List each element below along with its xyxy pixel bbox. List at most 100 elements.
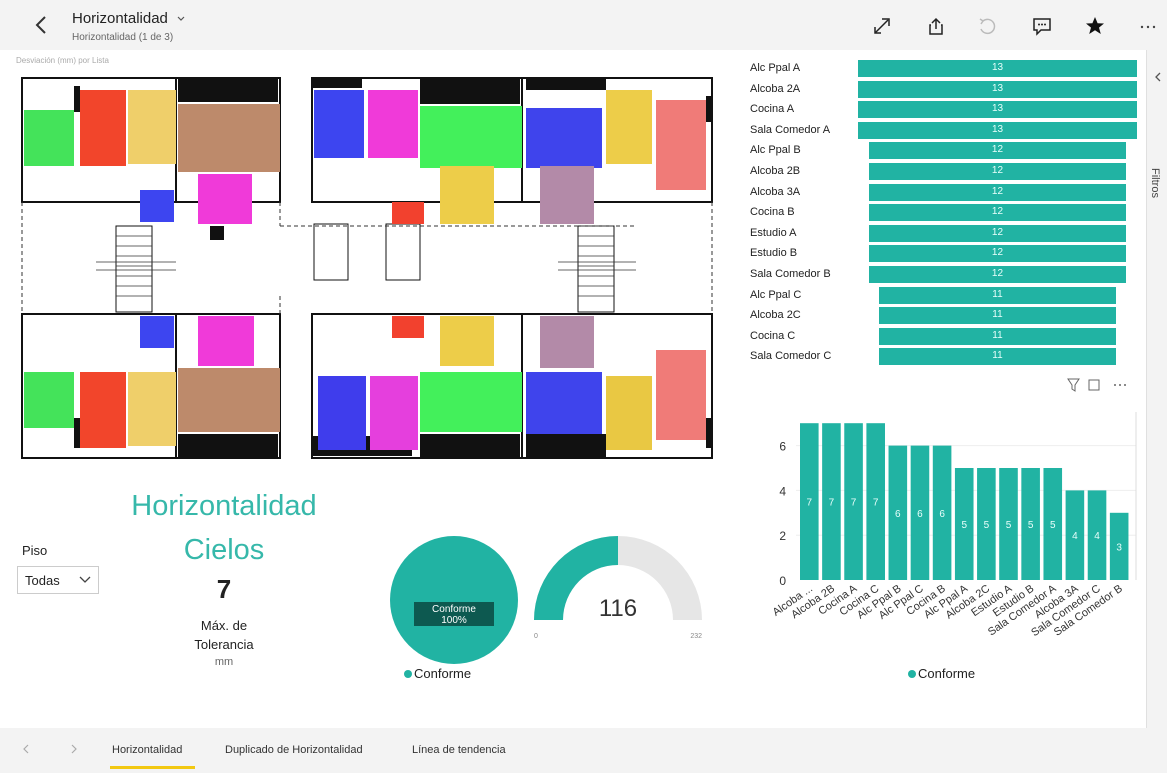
hbar-bar[interactable]: 13 — [858, 121, 1137, 139]
hbar-value-label: 12 — [991, 226, 1004, 238]
report-title[interactable]: Horizontalidad — [72, 10, 186, 27]
page-subtitle: Horizontalidad (1 de 3) — [72, 32, 174, 43]
room — [24, 372, 74, 428]
hbar-row[interactable]: Estudio A 12 — [750, 224, 1150, 243]
pie-chart[interactable]: Conforme 100% — [388, 534, 520, 666]
hbar-row[interactable]: Alc Ppal B 12 — [750, 142, 1150, 160]
more-icon[interactable] — [1114, 384, 1126, 386]
hbar-bar[interactable]: 11 — [879, 348, 1116, 366]
hbar-row[interactable]: Alcoba 2C 11 — [750, 307, 1150, 325]
chevron-right-icon[interactable] — [68, 742, 80, 756]
comment-icon[interactable] — [1030, 14, 1054, 38]
y-tick-label: 4 — [779, 484, 786, 498]
share-icon[interactable] — [924, 14, 948, 38]
hbar-row[interactable]: Alc Ppal A 13 — [750, 60, 1150, 78]
pie-label-line2: 100% — [441, 615, 467, 626]
room — [440, 316, 494, 366]
kpi-label-line1: Máx. de — [200, 618, 248, 633]
bar-data-label: 6 — [939, 509, 945, 520]
hbar-row[interactable]: Cocina A 13 — [750, 101, 1150, 119]
room — [24, 110, 74, 166]
gauge-chart[interactable]: 116 0 232 — [528, 534, 708, 644]
gauge-max: 232 — [690, 633, 702, 640]
tab-duplicado[interactable]: Duplicado de Horizontalidad — [225, 744, 363, 756]
room — [392, 202, 424, 224]
expand-icon[interactable] — [870, 14, 894, 38]
bar-legend-text: Conforme — [918, 666, 976, 681]
hbar-category-label: Estudio A — [750, 226, 797, 239]
room — [80, 90, 126, 166]
hbar-bar[interactable]: 12 — [868, 245, 1127, 263]
hbar-bar[interactable]: 11 — [879, 307, 1116, 325]
pie-legend: Conforme — [404, 666, 471, 681]
room — [656, 100, 706, 190]
hbar-row[interactable]: Alcoba 2B 12 — [750, 163, 1150, 181]
hbar-category-label: Cocina C — [750, 329, 796, 342]
focus-icon[interactable] — [1088, 379, 1100, 391]
hbar-bar[interactable]: 12 — [868, 163, 1127, 180]
chevron-down-icon — [79, 576, 91, 583]
page-tabs: Horizontalidad Duplicado de Horizontalid… — [0, 728, 1167, 773]
hbar-value-label: 13 — [991, 82, 1004, 94]
piso-dropdown-value: Todas — [25, 573, 60, 588]
room — [420, 106, 522, 168]
filter-icon[interactable] — [1067, 378, 1080, 392]
room — [140, 190, 174, 222]
hbar-bar[interactable]: 13 — [858, 101, 1137, 119]
hbar-value-label: 13 — [991, 123, 1004, 135]
active-tab-indicator — [110, 766, 195, 769]
hbar-bar[interactable]: 12 — [868, 204, 1127, 222]
hbar-category-label: Alc Ppal B — [750, 144, 801, 157]
kpi-title-line2: Cielos — [183, 534, 265, 566]
back-chevron-icon[interactable] — [28, 10, 54, 40]
hbar-row[interactable]: Sala Comedor A 13 — [750, 121, 1150, 140]
hbar-bar[interactable]: 13 — [858, 80, 1137, 98]
chevron-down-icon[interactable] — [176, 15, 186, 23]
hbar-row[interactable]: Sala Comedor C 11 — [750, 348, 1150, 366]
floorplan-map[interactable] — [16, 66, 724, 474]
hbar-bar[interactable]: 12 — [868, 142, 1127, 160]
vertical-bar-chart[interactable]: 02467Alcoba ...7Alcoba 2B7Cocina A7Cocin… — [744, 400, 1146, 690]
undo-icon[interactable] — [975, 14, 999, 38]
slicer-label: Piso — [22, 543, 48, 558]
kpi-title-line1: Horizontalidad — [131, 490, 317, 522]
filters-label: Filtros — [1149, 168, 1161, 198]
hbar-value-label: 13 — [991, 103, 1004, 115]
hbar-category-label: Cocina B — [750, 206, 795, 219]
hbar-category-label: Alcoba 2A — [750, 82, 801, 95]
bar-data-label: 3 — [1116, 542, 1122, 553]
room — [526, 108, 602, 168]
hbar-row[interactable]: Alc Ppal C 11 — [750, 286, 1150, 305]
hbar-category-label: Sala Comedor A — [750, 123, 831, 136]
hbar-bar[interactable]: 12 — [868, 266, 1127, 283]
bar-data-label: 5 — [1050, 520, 1056, 531]
hbar-row[interactable]: Cocina C 11 — [750, 327, 1150, 346]
tab-horizontalidad[interactable]: Horizontalidad — [112, 744, 182, 756]
bar-data-label: 5 — [984, 520, 990, 531]
star-icon[interactable] — [1083, 14, 1107, 38]
visual-header-icons — [1067, 378, 1126, 392]
hbar-bar[interactable]: 11 — [879, 286, 1116, 304]
hbar-row[interactable]: Estudio B 12 — [750, 245, 1150, 263]
room — [370, 376, 418, 450]
hbar-bar[interactable]: 13 — [858, 60, 1137, 77]
hbar-bar[interactable]: 12 — [868, 224, 1127, 242]
hbar-row[interactable]: Alcoba 2A 13 — [750, 80, 1150, 99]
hbar-row[interactable]: Cocina B 12 — [750, 204, 1150, 222]
hbar-bar[interactable]: 11 — [879, 327, 1116, 345]
hbar-category-label: Alcoba 2B — [750, 165, 801, 177]
more-icon[interactable] — [1136, 14, 1160, 38]
hbar-bar[interactable]: 12 — [868, 183, 1127, 201]
chevron-left-icon[interactable] — [1151, 70, 1165, 84]
bar-data-label: 7 — [851, 498, 857, 509]
stair-lines — [96, 235, 636, 297]
hbar-row[interactable]: Alcoba 3A 12 — [750, 183, 1150, 202]
piso-dropdown[interactable]: Todas — [17, 566, 99, 594]
hbar-row[interactable]: Sala Comedor B 12 — [750, 266, 1150, 284]
pie-label-line1: Conforme — [432, 604, 476, 615]
room — [178, 368, 280, 432]
hbar-value-label: 12 — [991, 185, 1004, 197]
chevron-left-icon[interactable] — [20, 742, 32, 756]
hbar-value-label: 12 — [991, 165, 1004, 176]
tab-linea-tendencia[interactable]: Línea de tendencia — [412, 744, 506, 756]
